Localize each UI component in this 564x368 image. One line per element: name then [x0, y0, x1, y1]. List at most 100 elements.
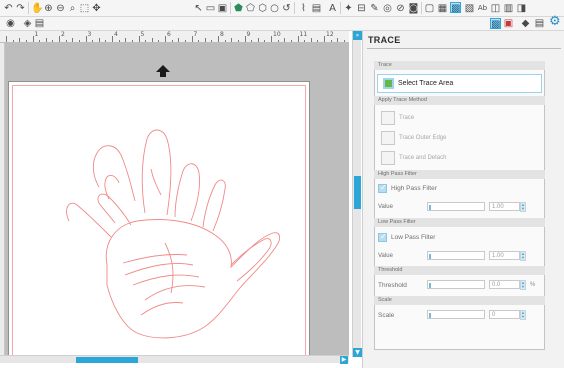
zoom-out-icon[interactable]: ⊖ — [55, 3, 66, 14]
ruler-tick — [224, 40, 226, 42]
library-icon[interactable]: ▥ — [503, 3, 514, 14]
high-pass-slider[interactable] — [427, 202, 485, 211]
scale-slider[interactable] — [427, 310, 485, 319]
settings-gear-icon[interactable]: ⚙ — [549, 15, 561, 28]
trace-method-icon — [381, 111, 395, 125]
low-pass-spinner[interactable]: ▲ ▼ — [520, 251, 526, 261]
ruler-tick — [25, 40, 27, 42]
drag-icon[interactable]: ✥ — [91, 3, 102, 14]
high-pass-section-header: High Pass Filter — [374, 170, 545, 179]
design-canvas[interactable] — [5, 43, 349, 357]
draw-rect-icon[interactable]: ▭ — [205, 3, 216, 14]
ruler-tick — [125, 38, 127, 42]
store-icon[interactable]: ◨ — [516, 3, 527, 14]
scale-section-header: Scale — [374, 296, 545, 305]
threshold-value-input[interactable]: 0.0 — [489, 280, 520, 289]
threshold-spinner[interactable]: ▲ ▼ — [520, 280, 526, 290]
index-finger-segment — [97, 193, 132, 226]
fit-page-icon[interactable]: ⬚ — [79, 3, 90, 14]
vertical-scrollbar[interactable]: » ▼ — [352, 31, 362, 357]
cut-settings-icon[interactable]: ◫ — [490, 3, 501, 14]
store-panel-icon[interactable]: ▣ — [503, 18, 514, 29]
arc-icon[interactable]: ↺ — [281, 3, 292, 14]
layers-icon[interactable]: ▧ — [464, 3, 475, 14]
select-icon[interactable]: ↖ — [193, 3, 204, 14]
image-trace-icon[interactable]: ⊘ — [395, 3, 406, 14]
scroll-right-icon[interactable]: ▶ — [340, 356, 348, 364]
horizontal-scrollbar[interactable]: ▶ — [0, 355, 349, 364]
app-window: ↶ ↷ ✋ ⊕ ⊖ ⌕ ⬚ ✥ ↖ ▭ ▣ ⬟ ⬠ ⬡ ○ ↺ ⌇ ▤ A ✦ … — [0, 0, 564, 368]
low-pass-value-input[interactable]: 1.00 — [489, 251, 520, 260]
trace-section-header: Trace — [374, 61, 545, 70]
panel-tabs: ▩ ▣ ◆ ▤ ⚙ — [362, 15, 564, 31]
trace-method-button[interactable]: Trace — [381, 111, 541, 125]
ab-text-icon[interactable]: Ab — [477, 3, 488, 14]
toolbar-divider — [340, 2, 341, 14]
point-icon[interactable]: ◈ — [22, 18, 33, 29]
collapse-panel-icon[interactable]: » — [353, 31, 362, 40]
undo-icon[interactable]: ↶ — [3, 3, 14, 14]
scale-spinner[interactable]: ▲ ▼ — [520, 310, 526, 320]
slider-knob[interactable] — [429, 283, 431, 288]
select-trace-area-button[interactable]: Select Trace Area — [377, 74, 542, 93]
low-pass-checkbox[interactable]: ✓ — [378, 232, 387, 242]
low-pass-slider[interactable] — [427, 251, 485, 260]
select-area-icon — [383, 78, 394, 89]
trace-icon[interactable]: ▩ — [450, 2, 461, 14]
ruler-tick — [290, 40, 292, 42]
draw-image-icon[interactable]: ▣ — [217, 3, 228, 14]
line-chart-icon[interactable]: ⌇ — [298, 3, 309, 14]
shape-icon[interactable]: ⬠ — [245, 3, 256, 14]
threshold-label: Threshold — [378, 282, 407, 289]
node-edit-icon[interactable]: ✦ — [343, 3, 354, 14]
bar-chart-icon[interactable]: ▤ — [311, 3, 322, 14]
handprint-trace[interactable] — [55, 125, 285, 355]
scroll-down-icon[interactable]: ▼ — [353, 348, 362, 357]
high-pass-spinner[interactable]: ▲ ▼ — [520, 202, 526, 212]
slider-knob[interactable] — [429, 205, 431, 210]
palm-outline — [105, 219, 281, 339]
ruler-tick — [284, 38, 286, 42]
scale-value-input[interactable]: 0 — [489, 310, 520, 319]
eraser-panel-icon[interactable]: ◆ — [520, 18, 531, 29]
high-pass-value-input[interactable]: 1.00 — [489, 202, 520, 211]
ruler-number: 3 — [87, 31, 92, 38]
slider-knob[interactable] — [429, 313, 431, 318]
grid-icon[interactable]: ◙ — [408, 3, 419, 14]
page-icon[interactable]: ▢ — [424, 3, 435, 14]
panel-title: TRACE — [368, 35, 401, 45]
ruler-tick — [151, 38, 153, 42]
palm-line — [124, 263, 194, 276]
trace-panel-icon[interactable]: ▩ — [490, 18, 501, 30]
ruler-tick — [337, 38, 339, 42]
zoom-in-icon[interactable]: ⊕ — [43, 3, 54, 14]
slider-knob[interactable] — [429, 254, 431, 259]
pan-hand-icon[interactable]: ✋ — [31, 3, 43, 14]
replicate-panel-icon[interactable]: ▤ — [534, 18, 545, 29]
threshold-slider[interactable] — [427, 280, 485, 289]
eraser-icon[interactable]: ✎ — [369, 3, 380, 14]
ruler-number: 2 — [61, 31, 65, 38]
send-icon[interactable]: ▦ — [437, 3, 448, 14]
trace-and-detach-button[interactable]: Trace and Detach — [381, 151, 541, 165]
high-pass-checkbox[interactable]: ✓ — [378, 183, 387, 193]
polygon-icon[interactable]: ⬟ — [233, 3, 244, 14]
thumb-outline — [230, 238, 272, 282]
trace-outer-edge-button[interactable]: Trace Outer Edge — [381, 131, 541, 145]
grid-toggle-icon[interactable]: ◉ — [5, 18, 16, 29]
horizontal-scroll-thumb[interactable] — [76, 357, 138, 363]
weld-icon[interactable]: ◎ — [382, 3, 393, 14]
circle-icon[interactable]: ○ — [269, 3, 280, 14]
ruler-number: 1 — [34, 31, 39, 38]
knife-icon[interactable]: ⊟ — [356, 3, 367, 14]
vertical-scroll-thumb[interactable] — [354, 176, 361, 209]
redo-icon[interactable]: ↷ — [15, 3, 26, 14]
toolbar-divider — [28, 2, 29, 14]
little-finger-outline — [202, 179, 226, 232]
text-icon[interactable]: A — [327, 3, 338, 14]
feed-direction-arrow-stem — [160, 72, 166, 77]
zoom-select-icon[interactable]: ⌕ — [67, 3, 78, 14]
ruler-tick — [78, 40, 80, 42]
pentagon-icon[interactable]: ⬡ — [257, 3, 268, 14]
page-layout-icon[interactable]: ▤ — [34, 18, 45, 29]
